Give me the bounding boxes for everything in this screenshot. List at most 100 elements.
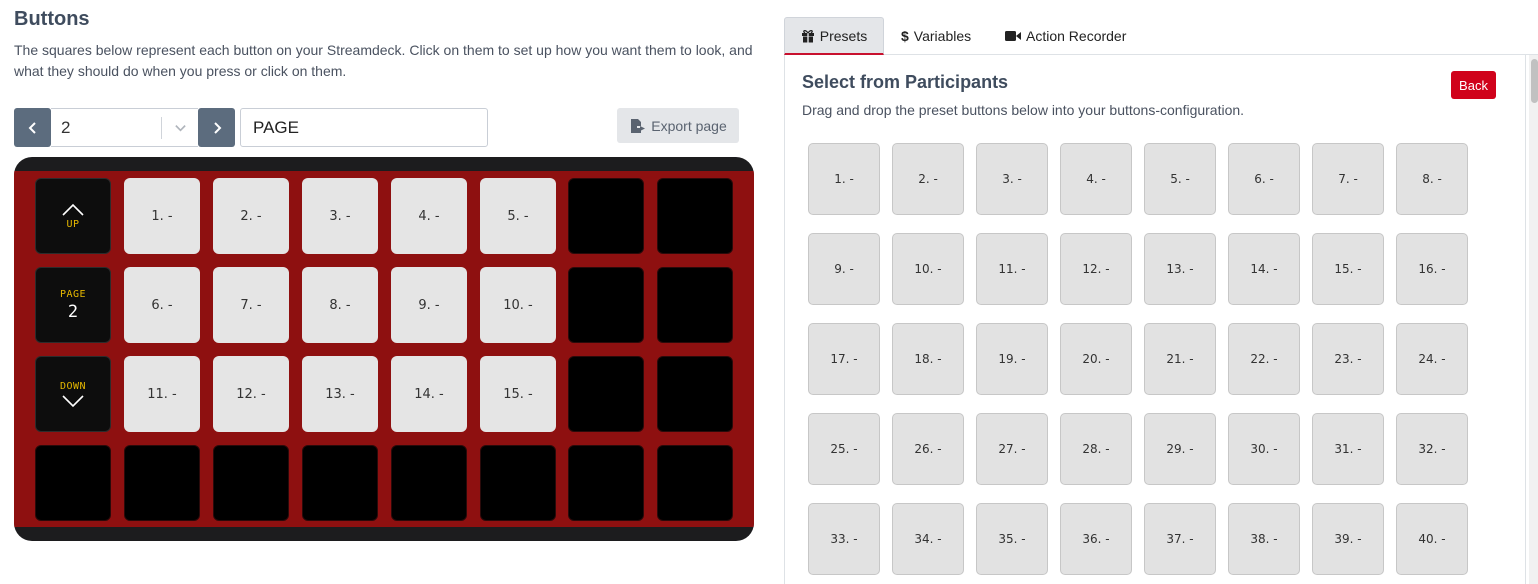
preset-button[interactable]: 26. - bbox=[892, 413, 964, 485]
deck-key-15[interactable]: 15. - bbox=[480, 356, 556, 432]
deck-key-empty[interactable] bbox=[302, 445, 378, 521]
preset-button[interactable]: 23. - bbox=[1312, 323, 1384, 395]
preset-button[interactable]: 6. - bbox=[1228, 143, 1300, 215]
deck-key-14[interactable]: 14. - bbox=[391, 356, 467, 432]
deck-key-7[interactable]: 7. - bbox=[213, 267, 289, 343]
preset-button[interactable]: 11. - bbox=[976, 233, 1048, 305]
deck-key-empty[interactable] bbox=[568, 178, 644, 254]
preset-button[interactable]: 21. - bbox=[1144, 323, 1216, 395]
preset-button[interactable]: 3. - bbox=[976, 143, 1048, 215]
deck-key-13[interactable]: 13. - bbox=[302, 356, 378, 432]
preset-button[interactable]: 33. - bbox=[808, 503, 880, 575]
deck-key-4[interactable]: 4. - bbox=[391, 178, 467, 254]
down-label: DOWN bbox=[59, 380, 87, 392]
video-camera-icon bbox=[1005, 31, 1021, 41]
preset-button[interactable]: 28. - bbox=[1060, 413, 1132, 485]
deck-key-2[interactable]: 2. - bbox=[213, 178, 289, 254]
preset-button[interactable]: 4. - bbox=[1060, 143, 1132, 215]
preset-button[interactable]: 32. - bbox=[1396, 413, 1468, 485]
chevron-up-icon bbox=[62, 203, 84, 216]
dollar-icon: $ bbox=[901, 28, 909, 44]
chevron-down-icon bbox=[62, 394, 84, 407]
preset-button[interactable]: 15. - bbox=[1312, 233, 1384, 305]
tab-variables[interactable]: $ Variables bbox=[901, 17, 971, 55]
deck-key-8[interactable]: 8. - bbox=[302, 267, 378, 343]
preset-button[interactable]: 9. - bbox=[808, 233, 880, 305]
preset-button[interactable]: 20. - bbox=[1060, 323, 1132, 395]
deck-key-1[interactable]: 1. - bbox=[124, 178, 200, 254]
preset-button[interactable]: 18. - bbox=[892, 323, 964, 395]
chevron-left-icon bbox=[28, 121, 36, 134]
preset-button[interactable]: 24. - bbox=[1396, 323, 1468, 395]
deck-key-5[interactable]: 5. - bbox=[480, 178, 556, 254]
page-title: Buttons bbox=[14, 8, 90, 30]
preset-button[interactable]: 2. - bbox=[892, 143, 964, 215]
deck-key-empty[interactable] bbox=[568, 445, 644, 521]
scrollbar-thumb[interactable] bbox=[1531, 59, 1538, 103]
page-select[interactable]: 2 bbox=[51, 108, 198, 147]
preset-button[interactable]: 27. - bbox=[976, 413, 1048, 485]
deck-key-6[interactable]: 6. - bbox=[124, 267, 200, 343]
page-number-key[interactable]: PAGE 2 bbox=[35, 267, 111, 343]
preset-button[interactable]: 13. - bbox=[1144, 233, 1216, 305]
deck-key-9[interactable]: 9. - bbox=[391, 267, 467, 343]
preset-button[interactable]: 1. - bbox=[808, 143, 880, 215]
preset-button[interactable]: 31. - bbox=[1312, 413, 1384, 485]
preset-button[interactable]: 39. - bbox=[1312, 503, 1384, 575]
preset-button[interactable]: 16. - bbox=[1396, 233, 1468, 305]
streamdeck-face: UP 1. - 2. - 3. - 4. - 5. - PAGE 2 6. - … bbox=[14, 171, 754, 527]
export-page-button[interactable]: Export page bbox=[617, 108, 739, 143]
tab-presets[interactable]: Presets bbox=[784, 17, 884, 55]
deck-key-12[interactable]: 12. - bbox=[213, 356, 289, 432]
deck-key-11[interactable]: 11. - bbox=[124, 356, 200, 432]
preset-button[interactable]: 38. - bbox=[1228, 503, 1300, 575]
deck-key-empty[interactable] bbox=[657, 356, 733, 432]
up-label: UP bbox=[66, 218, 80, 230]
preset-button[interactable]: 25. - bbox=[808, 413, 880, 485]
preset-button[interactable]: 12. - bbox=[1060, 233, 1132, 305]
deck-key-empty[interactable] bbox=[124, 445, 200, 521]
preset-button[interactable]: 40. - bbox=[1396, 503, 1468, 575]
deck-key-empty[interactable] bbox=[35, 445, 111, 521]
preset-button[interactable]: 22. - bbox=[1228, 323, 1300, 395]
preset-button[interactable]: 14. - bbox=[1228, 233, 1300, 305]
preset-button[interactable]: 35. - bbox=[976, 503, 1048, 575]
streamdeck-grid: UP 1. - 2. - 3. - 4. - 5. - PAGE 2 6. - … bbox=[14, 157, 754, 541]
deck-key-empty[interactable] bbox=[480, 445, 556, 521]
preset-button[interactable]: 10. - bbox=[892, 233, 964, 305]
preset-button[interactable]: 36. - bbox=[1060, 503, 1132, 575]
preset-button[interactable]: 29. - bbox=[1144, 413, 1216, 485]
deck-key-empty[interactable] bbox=[213, 445, 289, 521]
page-number: 2 bbox=[67, 301, 79, 322]
preset-button[interactable]: 17. - bbox=[808, 323, 880, 395]
deck-key-3[interactable]: 3. - bbox=[302, 178, 378, 254]
deck-key-empty[interactable] bbox=[657, 267, 733, 343]
preset-button[interactable]: 5. - bbox=[1144, 143, 1216, 215]
back-button[interactable]: Back bbox=[1451, 71, 1496, 99]
page-name-input[interactable] bbox=[240, 108, 488, 147]
next-page-button[interactable] bbox=[198, 108, 235, 147]
tab-presets-label: Presets bbox=[819, 27, 868, 44]
deck-key-empty[interactable] bbox=[391, 445, 467, 521]
deck-key-empty[interactable] bbox=[657, 178, 733, 254]
previous-page-button[interactable] bbox=[14, 108, 51, 147]
tab-recorder-label: Action Recorder bbox=[1026, 28, 1127, 44]
tab-action-recorder[interactable]: Action Recorder bbox=[1005, 17, 1126, 55]
page-description: The squares below represent each button … bbox=[14, 42, 753, 79]
deck-key-empty[interactable] bbox=[568, 267, 644, 343]
page-down-key[interactable]: DOWN bbox=[35, 356, 111, 432]
preset-button[interactable]: 8. - bbox=[1396, 143, 1468, 215]
preset-button[interactable]: 7. - bbox=[1312, 143, 1384, 215]
preset-button[interactable]: 30. - bbox=[1228, 413, 1300, 485]
export-page-label: Export page bbox=[651, 117, 727, 134]
page-label: PAGE bbox=[59, 288, 87, 300]
page-select-value: 2 bbox=[61, 117, 71, 137]
deck-key-10[interactable]: 10. - bbox=[480, 267, 556, 343]
preset-button[interactable]: 34. - bbox=[892, 503, 964, 575]
page-up-key[interactable]: UP bbox=[35, 178, 111, 254]
deck-key-empty[interactable] bbox=[657, 445, 733, 521]
preset-button[interactable]: 37. - bbox=[1144, 503, 1216, 575]
preset-button[interactable]: 19. - bbox=[976, 323, 1048, 395]
deck-key-empty[interactable] bbox=[568, 356, 644, 432]
scrollbar[interactable] bbox=[1529, 55, 1538, 584]
